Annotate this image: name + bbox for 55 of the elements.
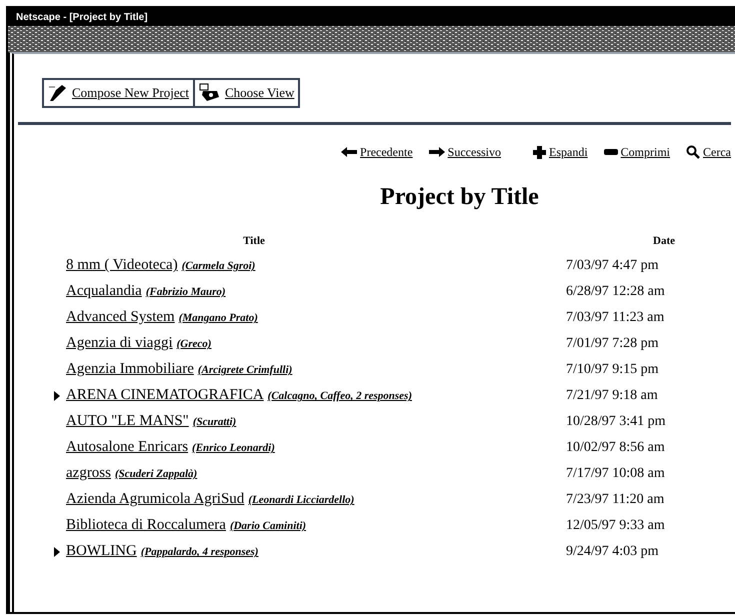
nav-link[interactable]: Comprimi	[620, 143, 670, 161]
minus-icon	[604, 149, 618, 155]
author-link[interactable]: (Enrico Leonardi)	[192, 440, 275, 457]
date-cell-text: 7/23/97 11:20 am	[566, 491, 664, 509]
date-cell-text: 7/03/97 4:47 pm	[566, 257, 659, 275]
column-header: Date	[652, 234, 676, 249]
date-cell-text: 10/02/97 8:56 am	[566, 439, 665, 457]
author-link[interactable]: (Carmela Sgroi)	[182, 258, 256, 275]
nav-link[interactable]: Precedente	[360, 143, 413, 161]
project-link[interactable]: Azienda Agrumicola AgriSud	[66, 488, 244, 511]
nav-link[interactable]: Cerca	[703, 143, 731, 161]
project-link[interactable]: BOWLING	[66, 540, 137, 563]
project-link[interactable]: Biblioteca di Roccalumera	[66, 514, 226, 537]
author-link[interactable]: (Pappalardo, 4 responses)	[140, 544, 258, 561]
project-link[interactable]: azgross	[66, 462, 111, 485]
author-link[interactable]: (Mangano Prato)	[178, 310, 258, 327]
expand-triangle-icon[interactable]	[54, 390, 60, 400]
author-link[interactable]: (Leonardi Licciardello)	[248, 492, 354, 509]
author-link[interactable]: (Scuratti)	[192, 414, 236, 431]
pen-icon	[48, 84, 68, 102]
project-link[interactable]: Agenzia di viaggi	[66, 332, 173, 355]
page-heading: Project by Title	[379, 183, 540, 212]
date-cell-text: 9/24/97 4:03 pm	[566, 543, 659, 561]
project-link[interactable]: Autosalone Enricars	[66, 436, 188, 459]
author-link[interactable]: (Arcigrete Crimfulli)	[198, 362, 292, 379]
nav-link[interactable]: Successivo	[448, 143, 501, 161]
magnifier-icon	[686, 145, 700, 159]
date-cell-text: 6/28/97 12:28 am	[566, 283, 665, 301]
project-link[interactable]: ARENA CINEMATOGRAFICA	[66, 384, 264, 407]
project-link[interactable]: AUTO "LE MANS"	[66, 410, 189, 433]
author-link[interactable]: (Calcagno, Caffeo, 2 responses)	[268, 388, 412, 405]
date-cell-text: 10/28/97 3:41 pm	[566, 413, 666, 431]
author-link[interactable]: (Dario Caminiti)	[230, 518, 306, 535]
left-arrow-icon	[341, 147, 358, 157]
project-link[interactable]: Agenzia Immobiliare	[66, 358, 194, 381]
plus-icon	[533, 146, 546, 158]
author-link[interactable]: (Greco)	[176, 336, 212, 353]
author-link[interactable]: (Fabrizio Mauro)	[146, 284, 226, 301]
author-link[interactable]: (Scuderi Zappalà)	[115, 466, 198, 483]
column-header: Title	[242, 234, 266, 249]
expand-triangle-icon[interactable]	[54, 546, 60, 556]
date-cell-text: 7/21/97 9:18 am	[566, 387, 658, 405]
view-button[interactable]: Choose View	[192, 80, 298, 106]
date-cell-text: 7/01/97 7:28 pm	[566, 335, 659, 353]
compose-button[interactable]: Compose New Project	[44, 80, 193, 106]
date-cell-text: 7/10/97 9:15 pm	[566, 361, 659, 379]
nav-link[interactable]: Espandi	[549, 143, 588, 161]
project-link[interactable]: Acqualandia	[66, 280, 142, 303]
date-cell-text: 7/03/97 11:23 am	[566, 309, 664, 327]
date-cell-text: 12/05/97 9:33 am	[566, 517, 665, 535]
date-cell-text: 7/17/97 10:08 am	[566, 465, 665, 483]
window-title: Netscape - [Project by Title]	[16, 10, 148, 24]
project-link[interactable]: 8 mm ( Videoteca)	[66, 254, 178, 277]
project-link[interactable]: Advanced System	[66, 306, 175, 329]
right-arrow-icon	[428, 147, 445, 157]
